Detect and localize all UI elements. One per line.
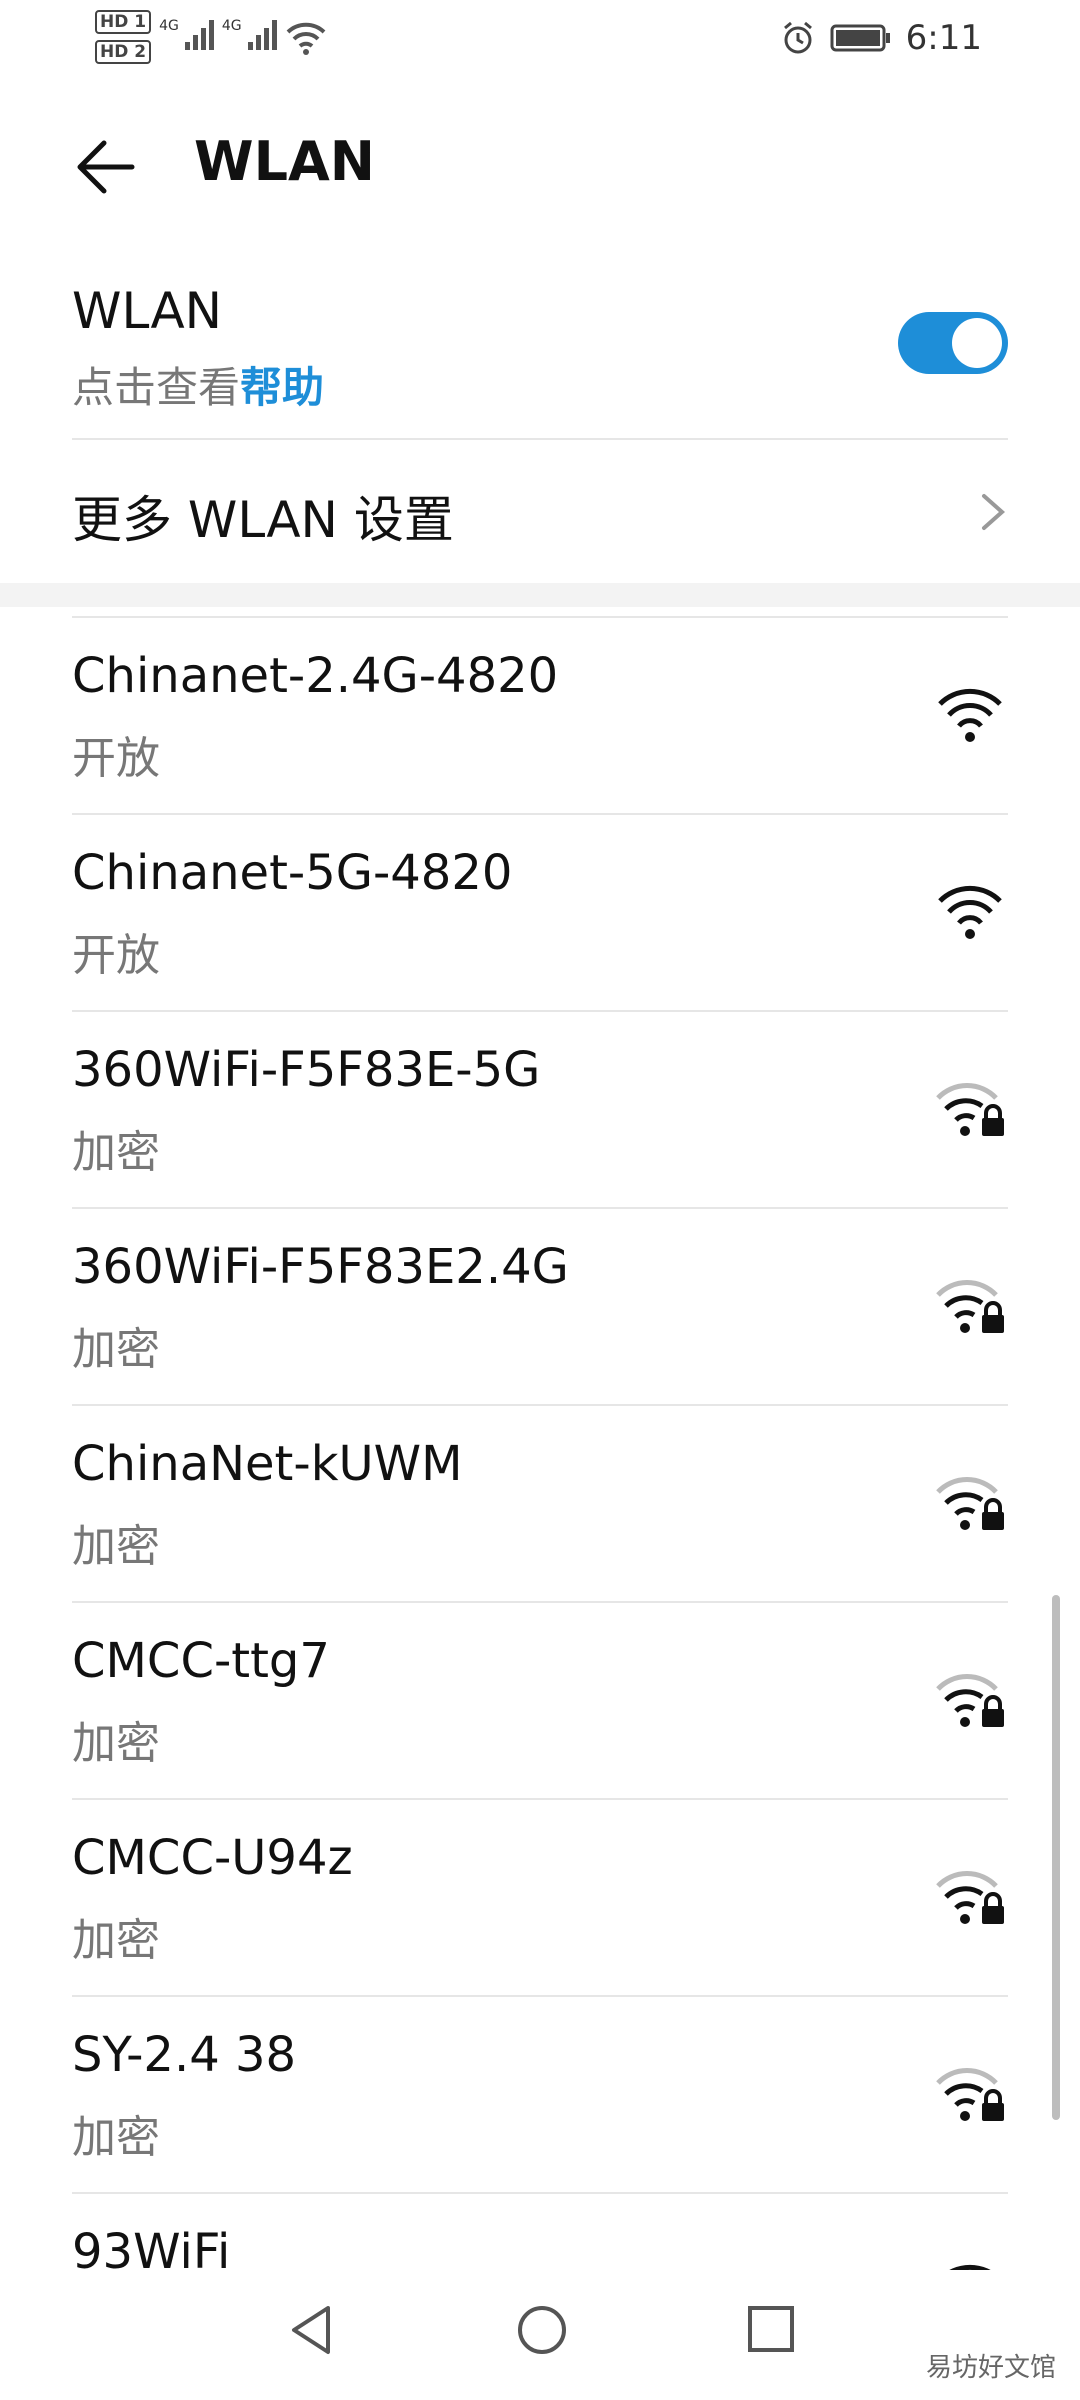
- nav-back-icon[interactable]: [282, 2300, 342, 2360]
- network-security: 加密: [72, 1521, 160, 1572]
- wlan-toggle-label: WLAN: [72, 282, 223, 340]
- network-name: CMCC-U94z: [72, 1830, 353, 1886]
- network-name: Chinanet-2.4G-4820: [72, 648, 559, 704]
- nav-home-icon[interactable]: [515, 2300, 569, 2360]
- navigation-bar: 易坊好文馆: [0, 2270, 1080, 2400]
- status-right: 6:11: [780, 18, 982, 58]
- status-bar: HD 1 HD 2 4G 4G 6:11: [0, 0, 1080, 80]
- signal-1: 4G: [159, 18, 214, 50]
- network-name: 360WiFi-F5F83E2.4G: [72, 1239, 569, 1295]
- network-security: 加密: [72, 2112, 160, 2163]
- network-item[interactable]: CMCC-ttg7 加密: [72, 1603, 1008, 1800]
- wifi-locked-icon: [936, 1477, 1004, 1530]
- back-arrow-icon[interactable]: [70, 132, 140, 202]
- signal-bars-icon: [247, 18, 277, 50]
- wifi-locked-icon: [936, 1674, 1004, 1727]
- network-type-1: 4G: [159, 18, 179, 34]
- help-link[interactable]: 帮助: [240, 363, 324, 412]
- network-security: 加密: [72, 1915, 160, 1966]
- network-name: Chinanet-5G-4820: [72, 845, 513, 901]
- wlan-switch[interactable]: [898, 312, 1008, 374]
- clock: 6:11: [905, 18, 982, 58]
- top-app-bar: WLAN: [0, 110, 1080, 220]
- network-type-2: 4G: [221, 18, 242, 34]
- network-item[interactable]: Chinanet-2.4G-4820 开放: [72, 618, 1008, 815]
- status-left: HD 1 HD 2 4G 4G: [95, 10, 327, 64]
- network-list: Chinanet-2.4G-4820 开放 Chinanet-5G-4820 开放 36…: [72, 616, 1008, 2391]
- network-security: 开放: [72, 930, 160, 981]
- network-items: Chinanet-2.4G-4820 开放 Chinanet-5G-4820 开放 36…: [72, 618, 1008, 2391]
- network-name: ChinaNet-kUWM: [72, 1436, 463, 1492]
- battery-icon: [830, 24, 890, 52]
- wlan-hint: 点击查看帮助: [72, 354, 324, 415]
- wifi-locked-icon: [936, 1280, 1004, 1333]
- wifi-open-icon: [938, 688, 1002, 742]
- wifi-locked-icon: [936, 1083, 1004, 1136]
- network-item[interactable]: 360WiFi-F5F83E2.4G 加密: [72, 1209, 1008, 1406]
- chevron-right-icon: [982, 494, 1006, 530]
- page-title: WLAN: [194, 130, 375, 193]
- network-item[interactable]: 360WiFi-F5F83E-5G 加密: [72, 1012, 1008, 1209]
- network-name: CMCC-ttg7: [72, 1633, 330, 1689]
- more-wlan-settings-row[interactable]: 更多 WLAN 设置: [72, 440, 1008, 580]
- more-wlan-settings-label: 更多 WLAN 设置: [72, 491, 454, 549]
- network-item[interactable]: ChinaNet-kUWM 加密: [72, 1406, 1008, 1603]
- network-security: 加密: [72, 1718, 160, 1769]
- nav-recent-apps-icon[interactable]: [745, 2302, 797, 2358]
- scrollbar[interactable]: [1052, 1595, 1060, 2120]
- sim-badge-2: HD 2: [95, 40, 152, 64]
- sim-badge-1: HD 1: [95, 10, 152, 34]
- network-security: 加密: [72, 1324, 160, 1375]
- signal-bars-icon: [184, 18, 214, 50]
- section-gap: [0, 583, 1080, 607]
- switch-knob: [952, 318, 1002, 368]
- wifi-status-icon: [286, 22, 326, 55]
- wifi-locked-icon: [936, 2068, 1004, 2121]
- watermark: 易坊好文馆: [925, 2353, 1056, 2383]
- wlan-hint-prefix: 点击查看: [72, 363, 241, 412]
- network-security: 开放: [72, 733, 160, 784]
- network-security: 加密: [72, 1127, 160, 1178]
- wifi-locked-icon: [936, 1871, 1004, 1924]
- wifi-open-icon: [938, 885, 1002, 939]
- sim-badges: HD 1 HD 2: [95, 10, 152, 64]
- network-item[interactable]: CMCC-U94z 加密: [72, 1800, 1008, 1997]
- network-name: 360WiFi-F5F83E-5G: [72, 1042, 541, 1098]
- signal-2: 4G: [222, 18, 277, 50]
- network-item[interactable]: SY-2.4 38 加密: [72, 1997, 1008, 2194]
- network-item[interactable]: Chinanet-5G-4820 开放: [72, 815, 1008, 1012]
- alarm-icon: [783, 21, 812, 54]
- network-name: SY-2.4 38: [72, 2027, 297, 2083]
- wlan-toggle-row[interactable]: WLAN 点击查看帮助: [72, 270, 1008, 430]
